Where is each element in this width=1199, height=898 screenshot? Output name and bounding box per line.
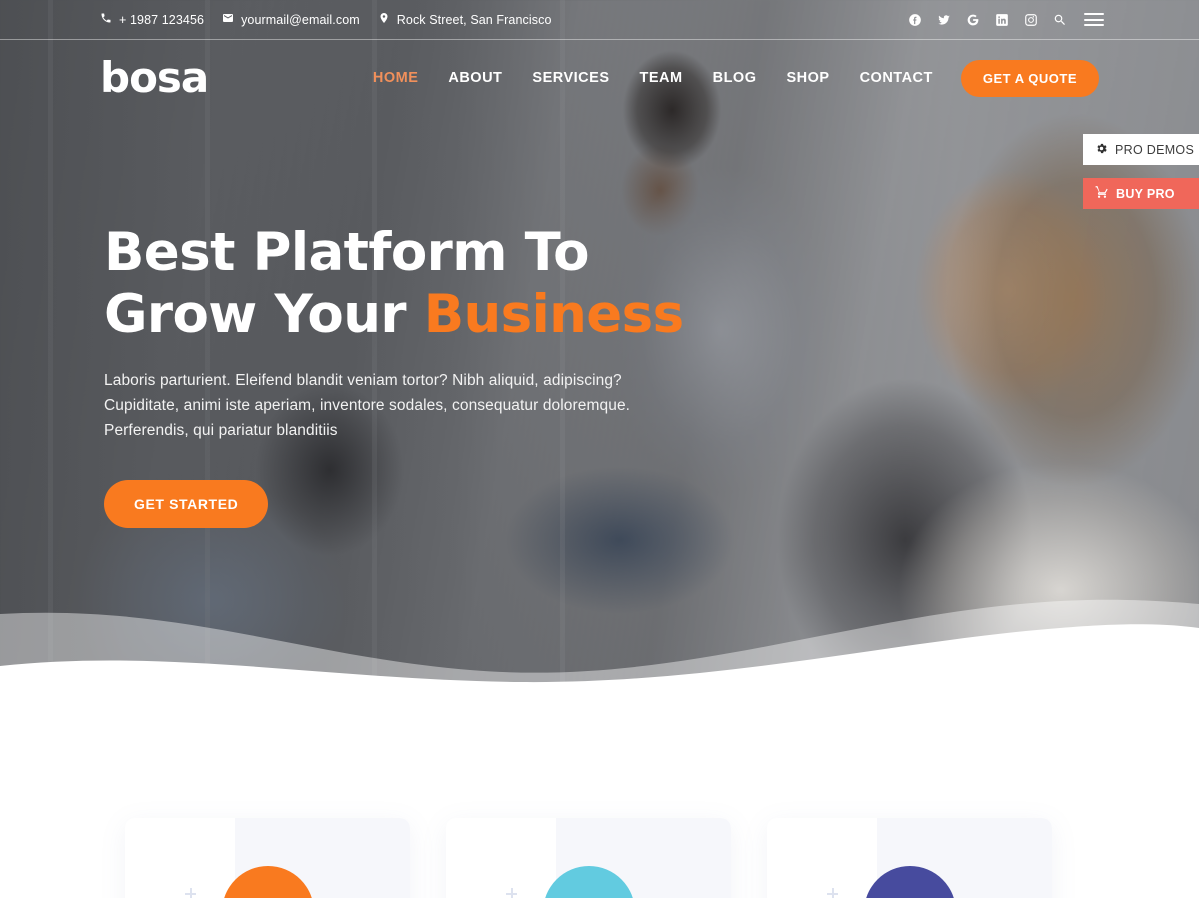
nav-item-team[interactable]: TEAM bbox=[640, 70, 683, 86]
google-icon[interactable] bbox=[965, 12, 980, 27]
contact-info-group: + 1987 123456 yourmail@email.com Rock St… bbox=[100, 12, 552, 27]
hero-title-line2-plain: Grow Your bbox=[104, 284, 424, 345]
feature-icon-circle bbox=[221, 866, 314, 898]
features-section bbox=[0, 690, 1199, 898]
twitter-icon[interactable] bbox=[936, 12, 951, 27]
feature-card[interactable] bbox=[125, 818, 410, 898]
pro-floating-buttons: PRO DEMOS BUY PRO bbox=[1083, 134, 1199, 209]
hero-title-accent: Business bbox=[423, 284, 684, 345]
address-info[interactable]: Rock Street, San Francisco bbox=[378, 12, 552, 27]
sparkle-decoration bbox=[827, 888, 838, 898]
envelope-icon bbox=[222, 12, 234, 27]
facebook-icon[interactable] bbox=[907, 12, 922, 27]
nav-item-contact[interactable]: CONTACT bbox=[860, 70, 933, 86]
feature-cards-row bbox=[125, 818, 1052, 898]
nav-item-home[interactable]: HOME bbox=[373, 70, 419, 86]
shopping-cart-icon bbox=[1095, 185, 1109, 202]
nav-item-blog[interactable]: BLOG bbox=[713, 70, 757, 86]
nav-item-services[interactable]: SERVICES bbox=[532, 70, 609, 86]
phone-info[interactable]: + 1987 123456 bbox=[100, 12, 204, 27]
phone-text: + 1987 123456 bbox=[119, 12, 205, 27]
buy-pro-label: BUY PRO bbox=[1116, 186, 1175, 201]
pro-demos-label: PRO DEMOS bbox=[1115, 142, 1195, 157]
location-pin-icon bbox=[378, 12, 390, 27]
gear-icon bbox=[1095, 142, 1108, 158]
get-a-quote-button[interactable]: GET A QUOTE bbox=[960, 59, 1099, 97]
social-links-group bbox=[907, 12, 1104, 27]
sparkle-decoration bbox=[506, 888, 517, 898]
hero-content: Best Platform To Grow Your Business Labo… bbox=[104, 222, 724, 528]
phone-icon bbox=[100, 12, 112, 27]
linkedin-icon[interactable] bbox=[994, 12, 1009, 27]
search-icon[interactable] bbox=[1052, 12, 1067, 27]
email-info[interactable]: yourmail@email.com bbox=[222, 12, 360, 27]
wave-divider bbox=[0, 570, 1199, 690]
hero-title: Best Platform To Grow Your Business bbox=[104, 222, 724, 346]
feature-icon-circle bbox=[863, 866, 956, 898]
main-navigation-bar: bosa HOME ABOUT SERVICES TEAM BLOG SHOP … bbox=[0, 40, 1199, 116]
site-logo[interactable]: bosa bbox=[100, 57, 209, 99]
feature-card[interactable] bbox=[446, 818, 731, 898]
pro-demos-button[interactable]: PRO DEMOS bbox=[1083, 134, 1199, 165]
email-text: yourmail@email.com bbox=[241, 12, 360, 27]
instagram-icon[interactable] bbox=[1023, 12, 1038, 27]
top-contact-bar: + 1987 123456 yourmail@email.com Rock St… bbox=[0, 0, 1199, 40]
nav-item-shop[interactable]: SHOP bbox=[786, 70, 829, 86]
sparkle-decoration bbox=[185, 888, 196, 898]
feature-icon-circle bbox=[542, 866, 635, 898]
hero-title-line1: Best Platform To bbox=[104, 222, 590, 283]
nav-item-about[interactable]: ABOUT bbox=[448, 70, 502, 86]
feature-card[interactable] bbox=[767, 818, 1052, 898]
buy-pro-button[interactable]: BUY PRO bbox=[1083, 178, 1199, 209]
hero-section: + 1987 123456 yourmail@email.com Rock St… bbox=[0, 0, 1199, 690]
primary-menu: HOME ABOUT SERVICES TEAM BLOG SHOP CONTA… bbox=[373, 70, 933, 86]
get-started-button[interactable]: GET STARTED bbox=[104, 480, 269, 528]
address-text: Rock Street, San Francisco bbox=[396, 12, 552, 27]
hamburger-menu-icon[interactable] bbox=[1084, 13, 1104, 26]
hero-paragraph: Laboris parturient. Eleifend blandit ven… bbox=[104, 372, 631, 439]
